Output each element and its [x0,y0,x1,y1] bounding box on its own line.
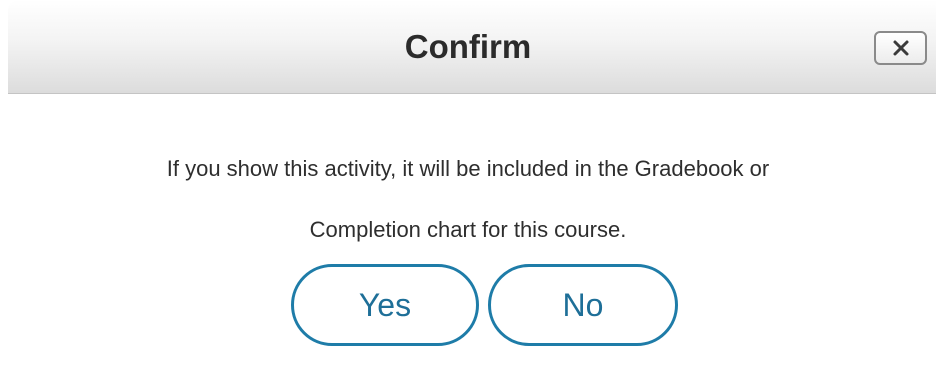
yes-button[interactable]: Yes [291,264,479,346]
confirm-dialog: Confirm If you show this activity, it wi… [0,0,936,387]
dialog-title: Confirm [404,28,532,65]
message-line-1: If you show this activity, it will be in… [166,156,770,181]
message-line-2: Completion chart for this course. [309,217,627,242]
no-button[interactable]: No [488,264,678,346]
close-button[interactable] [874,31,927,65]
confirm-message: If you show this activity, it will be in… [0,138,936,260]
close-icon [893,40,908,56]
